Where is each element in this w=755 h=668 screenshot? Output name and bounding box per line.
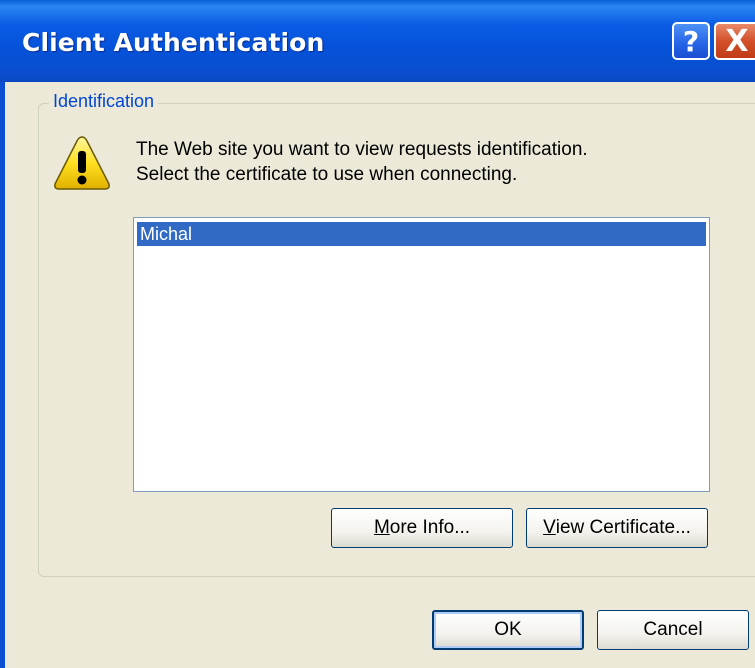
- message-line-2: Select the certificate to use when conne…: [136, 164, 518, 185]
- ok-button[interactable]: OK: [432, 610, 584, 650]
- message-line-1: The Web site you want to view requests i…: [136, 139, 588, 160]
- more-info-button[interactable]: More Info...: [331, 508, 513, 548]
- help-button[interactable]: ?: [672, 22, 710, 60]
- cancel-button[interactable]: Cancel: [597, 610, 749, 650]
- certificate-item[interactable]: Michal: [137, 222, 706, 246]
- more-info-accel: M: [373, 517, 390, 538]
- request-message: The Web site you want to view requests i…: [136, 137, 588, 187]
- more-info-label: ore Info...: [389, 517, 471, 538]
- window-border: [0, 82, 5, 668]
- identification-legend: Identification: [49, 91, 159, 112]
- cancel-label: Cancel: [643, 619, 703, 640]
- view-certificate-button[interactable]: View Certificate...: [526, 508, 708, 548]
- ok-label: OK: [494, 619, 522, 640]
- help-icon: ?: [682, 24, 700, 58]
- view-certificate-accel: V: [543, 517, 556, 538]
- view-certificate-label: iew Certificate...: [555, 517, 691, 538]
- title-bar[interactable]: Client Authentication ? X: [0, 0, 755, 82]
- warning-triangle-icon: [54, 136, 110, 190]
- close-button[interactable]: X: [714, 22, 755, 60]
- certificate-list[interactable]: Michal: [133, 217, 710, 492]
- close-icon: X: [725, 23, 749, 59]
- window-title: Client Authentication: [22, 28, 325, 57]
- client-authentication-dialog: Client Authentication ? X Identification…: [0, 0, 755, 668]
